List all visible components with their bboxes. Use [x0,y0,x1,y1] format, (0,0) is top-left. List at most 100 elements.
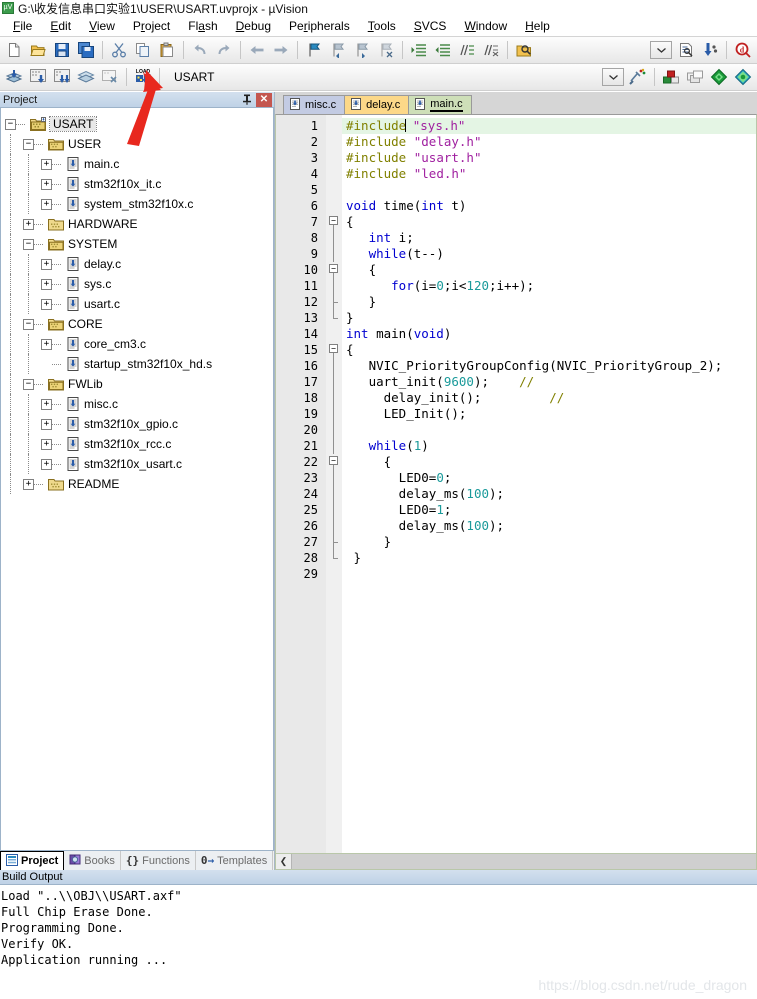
code-line[interactable]: LED0=0; [342,470,756,486]
tab-project[interactable]: Project [0,851,65,870]
expand-toggle-icon[interactable]: + [41,298,52,310]
navigate-forward-icon[interactable] [270,39,292,61]
pin-icon[interactable] [240,93,254,107]
code-line[interactable]: } [342,294,756,310]
menu-help[interactable]: Help [516,17,559,35]
project-target-label[interactable]: USART [168,67,286,87]
menu-project[interactable]: Project [124,17,179,35]
expand-toggle-icon[interactable]: + [41,278,52,290]
code-line[interactable]: delay_ms(100); [342,486,756,502]
code-line[interactable] [342,182,756,198]
expand-toggle-icon[interactable]: + [41,158,52,170]
target-combo-dropdown[interactable] [602,68,624,86]
code-line[interactable]: LED0=1; [342,502,756,518]
indent-right-icon[interactable] [408,39,430,61]
collapse-toggle-icon[interactable]: − [23,378,34,390]
save-icon[interactable] [51,39,73,61]
tab-books[interactable]: Books [64,851,121,870]
code-line[interactable]: int main(void) [342,326,756,342]
code-line[interactable]: while(t--) [342,246,756,262]
open-file-icon[interactable] [27,39,49,61]
navigate-back-icon[interactable] [246,39,268,61]
expand-toggle-icon[interactable]: + [41,418,52,430]
code-text[interactable]: #include "sys.h" #include "delay.h" #inclu… [342,115,756,853]
fold-marker[interactable]: − [326,454,342,470]
comment-icon[interactable] [456,39,478,61]
find-in-files-icon[interactable] [513,39,535,61]
configure-icon[interactable] [699,39,721,61]
code-line[interactable]: } [342,310,756,326]
tree-item[interactable]: + delay.c [5,254,273,274]
code-editor[interactable]: 1 2 3 4 5 6 7 8 9 10 11 12 13 14 15 16 17 18 19 20 21 22 23 24 2… [275,114,757,870]
manage-run-time-env-icon[interactable] [732,66,754,88]
tree-item[interactable]: + stm32f10x_rcc.c [5,434,273,454]
fold-marker[interactable]: − [326,262,342,278]
menu-view[interactable]: View [80,17,124,35]
batch-build-icon[interactable] [75,66,97,88]
code-line[interactable]: NVIC_PriorityGroupConfig(NVIC_PriorityGr… [342,358,756,374]
tree-item[interactable]: + main.c [5,154,273,174]
rebuild-all-icon[interactable] [51,66,73,88]
code-line[interactable]: } [342,550,756,566]
code-line[interactable]: { [342,454,756,470]
code-line[interactable]: #include "usart.h" [342,150,756,166]
expand-toggle-icon[interactable]: + [23,478,34,490]
redo-icon[interactable] [213,39,235,61]
expand-toggle-icon[interactable]: + [41,398,52,410]
bookmark-clear-icon[interactable] [375,39,397,61]
code-line[interactable]: { [342,262,756,278]
download-button[interactable]: LOAD [132,66,154,88]
tab-templates[interactable]: 0→ Templates [195,851,274,870]
code-line[interactable]: { [342,214,756,230]
manage-multi-project-icon[interactable] [684,66,706,88]
expand-toggle-icon[interactable]: + [41,438,52,450]
paste-icon[interactable] [156,39,178,61]
expand-toggle-icon[interactable]: + [41,178,52,190]
expand-toggle-icon[interactable]: + [41,458,52,470]
bookmark-toggle-icon[interactable] [303,39,325,61]
code-line[interactable]: { [342,342,756,358]
tree-item[interactable]: + core_cm3.c [5,334,273,354]
expand-toggle-icon[interactable]: + [23,218,34,230]
code-line[interactable]: #include "delay.h" [342,134,756,150]
editor-tab-misc-c[interactable]: misc.c [283,95,346,114]
save-all-icon[interactable] [75,39,97,61]
code-line[interactable]: LED_Init(); [342,406,756,422]
tree-item[interactable]: − USART [5,114,273,134]
close-icon[interactable]: ✕ [256,92,272,107]
tree-item[interactable]: + HARDWARE [5,214,273,234]
tree-item[interactable]: − USER [5,134,273,154]
expand-toggle-icon[interactable]: + [41,338,52,350]
tree-item[interactable]: − SYSTEM [5,234,273,254]
editor-horizontal-scrollbar[interactable]: ❮ [276,853,756,869]
code-line[interactable]: delay_ms(100); [342,518,756,534]
code-line[interactable] [342,566,756,582]
build-icon[interactable] [27,66,49,88]
undo-icon[interactable] [189,39,211,61]
menu-window[interactable]: Window [455,17,516,35]
debug-find-icon[interactable]: d [732,39,754,61]
menu-file[interactable]: File [4,17,41,35]
search-combo-dropdown[interactable] [650,41,672,59]
menu-flash[interactable]: Flash [179,17,226,35]
tree-item[interactable]: + stm32f10x_usart.c [5,454,273,474]
options-for-target-icon[interactable] [627,66,649,88]
copy-icon[interactable] [132,39,154,61]
tree-item[interactable]: + system_stm32f10x.c [5,194,273,214]
collapse-toggle-icon[interactable]: − [23,318,34,330]
tree-item[interactable]: startup_stm32f10x_hd.s [5,354,273,374]
editor-tab-delay-c[interactable]: delay.c [344,95,410,114]
new-file-icon[interactable] [3,39,25,61]
code-line[interactable]: int i; [342,230,756,246]
menu-debug[interactable]: Debug [227,17,280,35]
cut-icon[interactable] [108,39,130,61]
tree-item[interactable]: + misc.c [5,394,273,414]
fold-marker[interactable]: − [326,342,342,358]
code-folding-column[interactable]: − − − − [326,115,342,853]
editor-tab-main-c[interactable]: main.c [408,95,472,114]
pack-installer-icon[interactable] [708,66,730,88]
indent-left-icon[interactable] [432,39,454,61]
code-line[interactable]: for(i=0;i<120;i++); [342,278,756,294]
menu-svcs[interactable]: SVCS [405,17,456,35]
expand-toggle-icon[interactable]: + [41,198,52,210]
